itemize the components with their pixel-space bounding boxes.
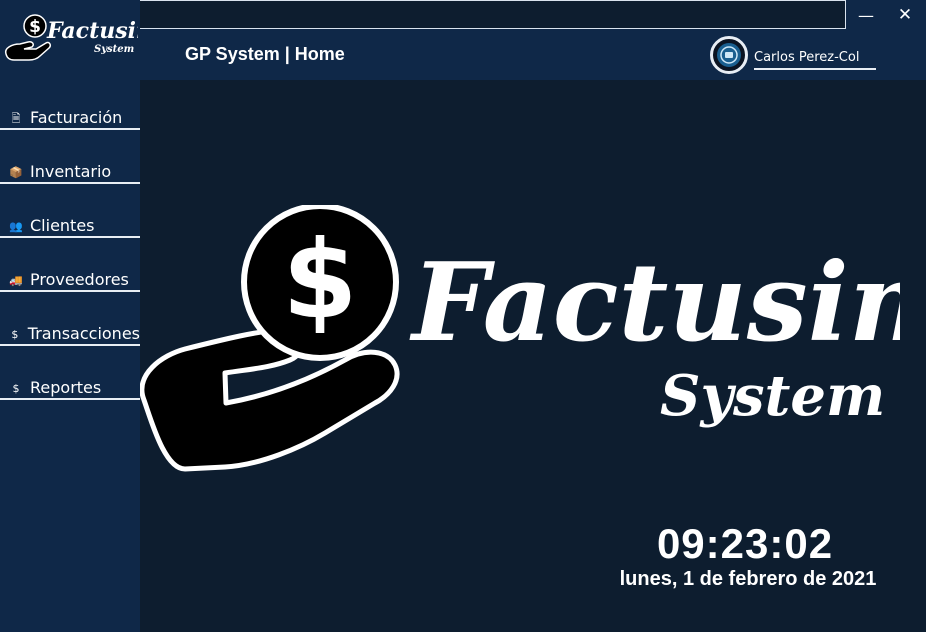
sidebar-item-transacciones[interactable]: $ Transacciones bbox=[0, 322, 140, 346]
user-name-link[interactable]: Carlos Perez-Col bbox=[754, 50, 876, 70]
user-avatar-icon[interactable] bbox=[710, 36, 748, 74]
sidebar-item-label: Inventario bbox=[30, 162, 112, 181]
close-button[interactable]: ✕ bbox=[888, 2, 922, 28]
sidebar-item-proveedores[interactable]: 🚚 Proveedores bbox=[0, 268, 140, 292]
users-icon: 👥 bbox=[9, 220, 23, 233]
sidebar-item-reportes[interactable]: $ Reportes bbox=[0, 376, 140, 400]
sidebar-item-clientes[interactable]: 👥 Clientes bbox=[0, 214, 140, 238]
sidebar-item-label: Proveedores bbox=[30, 270, 129, 289]
brand-logo-large: $ Factusin System bbox=[140, 205, 900, 472]
brand-logo-small: $ Factusin System bbox=[4, 14, 138, 61]
svg-text:Factusin: Factusin bbox=[46, 18, 138, 44]
header-bar: — ✕ GP System | Home Carlos Perez-Col bbox=[140, 0, 926, 80]
sidebar-item-label: Facturación bbox=[30, 108, 123, 127]
dollar-icon: $ bbox=[11, 328, 19, 341]
sidebar-item-label: Transacciones bbox=[27, 324, 140, 343]
box-icon: 📦 bbox=[9, 166, 23, 179]
sidebar-item-inventario[interactable]: 📦 Inventario bbox=[0, 160, 140, 184]
dollar-icon: $ bbox=[12, 382, 20, 395]
title-bar[interactable] bbox=[140, 0, 846, 29]
clock-date: lunes, 1 de febrero de 2021 bbox=[619, 568, 877, 590]
clock-time: 09:23:02 bbox=[656, 520, 834, 567]
svg-text:$: $ bbox=[282, 218, 357, 343]
sidebar-item-facturacion[interactable]: 🗎 Facturación bbox=[0, 106, 140, 130]
truck-icon: 🚚 bbox=[9, 274, 23, 287]
document-icon: 🗎 bbox=[11, 112, 21, 125]
avatar-image bbox=[717, 43, 741, 67]
svg-text:$: $ bbox=[29, 17, 41, 37]
hand-icon bbox=[4, 41, 51, 61]
sidebar: $ Factusin System 🗎 Facturación 📦 Invent… bbox=[0, 0, 140, 632]
minimize-button[interactable]: — bbox=[849, 2, 883, 28]
svg-text:System: System bbox=[94, 44, 134, 55]
page-title: GP System | Home bbox=[185, 44, 345, 64]
sidebar-item-label: Reportes bbox=[30, 378, 102, 397]
svg-text:Factusin: Factusin bbox=[409, 240, 900, 366]
sidebar-item-label: Clientes bbox=[30, 216, 95, 235]
svg-text:System: System bbox=[660, 363, 885, 429]
